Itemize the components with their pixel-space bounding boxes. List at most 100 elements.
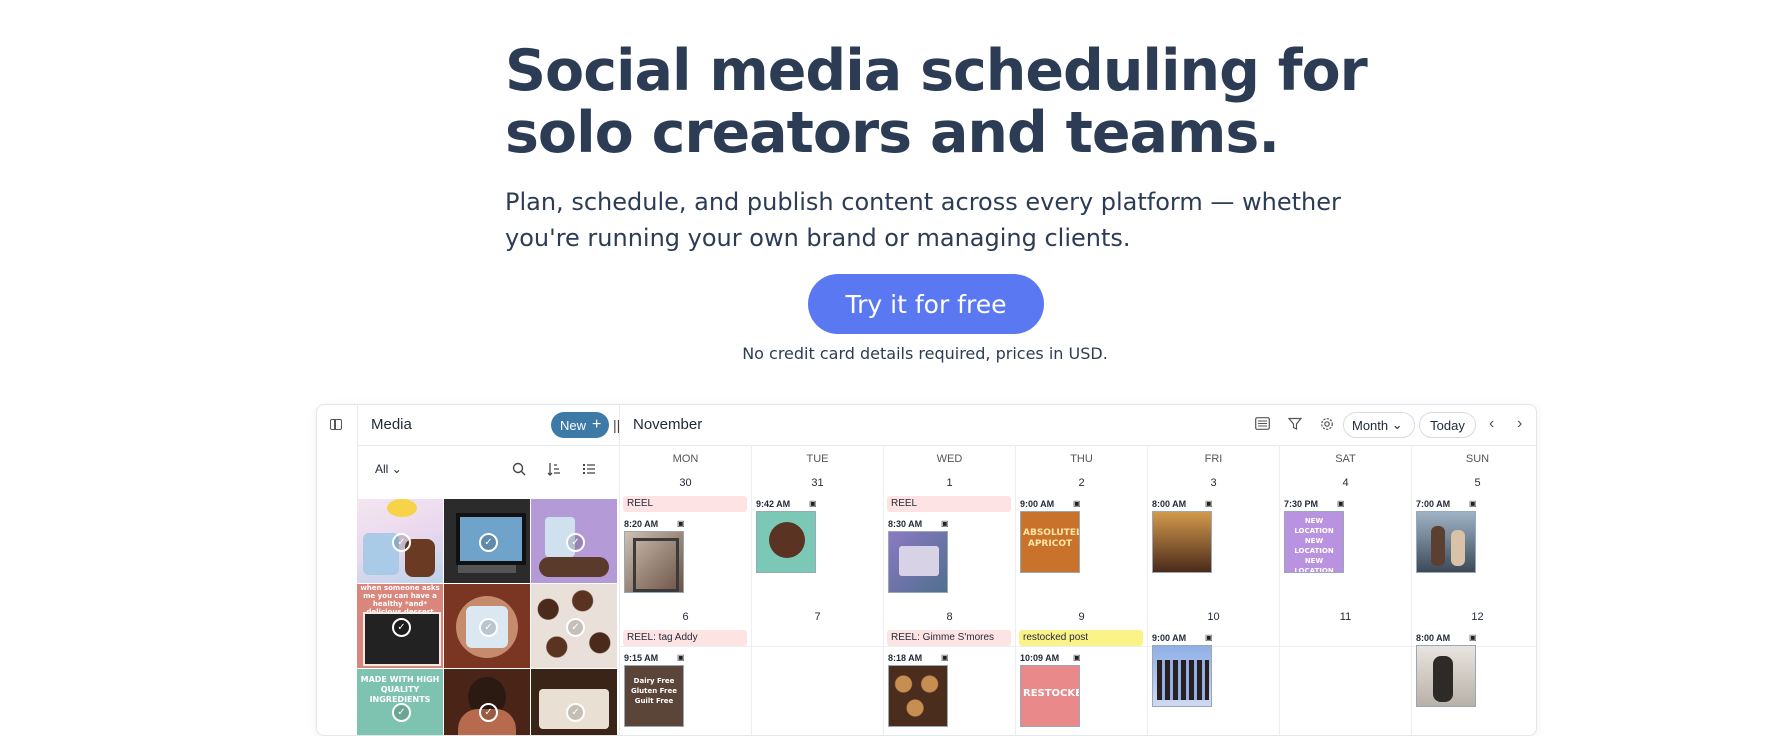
post-time: 8:18 AM [888,653,923,663]
media-thumb[interactable]: ✓ [444,584,530,668]
post-thumbnail[interactable] [756,511,816,573]
check-icon[interactable]: ✓ [566,703,585,722]
post-label[interactable]: REEL: tag Addy [623,630,747,646]
check-icon[interactable]: ✓ [479,618,498,637]
chevron-right-icon[interactable]: › [1517,415,1522,433]
media-panel: Media New + All ⌄ ✓ ✓ ✓ when someone ask… [357,405,620,735]
date-number: 8 [946,611,953,623]
sort-icon[interactable] [547,462,561,479]
hero-subtitle: Plan, schedule, and publish content acro… [505,184,1375,256]
check-icon[interactable]: ✓ [392,618,411,637]
date-number: 2 [1078,477,1085,489]
filter-label: All [375,462,389,476]
filter-icon[interactable] [1287,417,1303,434]
image-icon: ▣ [1073,653,1081,662]
check-icon[interactable]: ✓ [392,533,411,552]
post-thumbnail[interactable]: ABSOLUTELY APRICOT [1020,511,1080,573]
dow-label: SAT [1335,453,1356,465]
chevron-left-icon[interactable]: ‹ [1489,415,1494,433]
gear-icon[interactable] [1320,417,1334,434]
media-thumb[interactable]: when someone asks me you can have a heal… [357,584,443,668]
check-icon[interactable]: ✓ [392,703,411,722]
post-thumbnail[interactable] [1152,645,1212,707]
chevron-down-icon: ⌄ [391,462,402,476]
post-time: 8:00 AM [1416,633,1451,643]
post-time: 8:20 AM [624,519,659,529]
post-label[interactable]: restocked post [1019,630,1143,646]
date-number: 5 [1474,477,1481,489]
day-column-mon: MON 30 REEL 8:20 AM ▣ 6 REEL: tag Addy 9:… [619,445,751,735]
media-thumb[interactable]: ✓ [531,669,617,735]
media-filter-bar: All ⌄ [357,446,619,492]
post-time: 7:30 PM [1284,499,1319,509]
calendar-header: || November Month ⌄ Today ‹ › [613,405,1536,446]
media-thumb[interactable]: ✓ [531,499,617,583]
list-icon[interactable] [582,462,596,479]
panel-resize-handle[interactable]: || [613,417,620,433]
date-number: 30 [679,477,692,489]
check-icon[interactable]: ✓ [479,703,498,722]
image-icon: ▣ [1205,499,1213,508]
post-thumbnail[interactable]: NEW LOCATION NEW LOCATION NEW LOCATION N… [1284,511,1344,573]
media-thumb[interactable]: ✓ [357,499,443,583]
chevron-down-icon: ⌄ [1391,417,1403,432]
date-number: 6 [682,611,689,623]
post-thumbnail[interactable] [624,531,684,593]
image-icon: ▣ [809,499,817,508]
post-thumbnail[interactable] [1416,511,1476,573]
post-time: 9:00 AM [1020,499,1055,509]
day-column-fri: FRI 3 8:00 AM ▣ 10 9:00 AM ▣ [1147,445,1279,735]
week-divider [620,646,751,647]
calendar-list-icon[interactable] [1255,417,1270,433]
search-icon[interactable] [512,462,526,479]
post-time: 9:00 AM [1152,633,1187,643]
date-number: 7 [814,611,821,623]
week-divider [1016,646,1147,647]
today-button[interactable]: Today [1419,412,1476,438]
media-thumb[interactable]: ✓ [444,499,530,583]
post-time: 9:15 AM [624,653,659,663]
calendar: || November Month ⌄ Today ‹ › MON 30 REE… [613,405,1536,735]
media-title: Media [371,416,412,433]
try-free-button[interactable]: Try it for free [808,274,1044,334]
check-icon[interactable]: ✓ [479,533,498,552]
image-icon: ▣ [941,653,949,662]
reel-icon: ▣ [677,653,685,662]
post-label[interactable]: REEL [623,496,747,512]
post-caption: RESTOCKED! [1023,688,1079,699]
reel-icon: ▣ [677,519,685,528]
image-icon: ▣ [1469,633,1477,642]
dow-label: WED [936,453,963,465]
post-thumbnail[interactable] [1152,511,1212,573]
date-number: 3 [1210,477,1217,489]
date-number: 31 [811,477,824,489]
post-thumbnail[interactable] [1416,645,1476,707]
date-number: 4 [1342,477,1349,489]
check-icon[interactable]: ✓ [566,618,585,637]
sidebar-toggle-icon[interactable] [330,419,342,430]
new-media-button[interactable]: New + [551,412,610,438]
post-thumbnail[interactable] [888,531,948,593]
new-label: New [560,417,587,433]
view-select[interactable]: Month ⌄ [1343,412,1415,438]
date-number: 9 [1078,611,1085,623]
media-header: Media New + [357,405,619,446]
media-thumb[interactable]: MADE WITH HIGH QUALITY INGREDIENTS ✓ [357,669,443,735]
post-caption: NEW LOCATION NEW LOCATION NEW LOCATION N… [1294,517,1334,573]
day-column-tue: TUE 31 9:42 AM ▣ 7 [751,445,883,735]
date-number: 10 [1207,611,1220,623]
image-icon: ▣ [941,519,949,528]
post-label[interactable]: REEL: Gimme S'mores [887,630,1011,646]
post-time: 10:09 AM [1020,653,1060,663]
dow-label: THU [1070,453,1093,465]
filter-select[interactable]: All ⌄ [375,462,402,476]
day-column-wed: WED 1 REEL 8:30 AM ▣ 8 REEL: Gimme S'more… [883,445,1015,735]
hero-title-line-1: Social media scheduling for [505,38,1368,104]
today-label: Today [1430,417,1465,433]
media-thumb[interactable]: ✓ [444,669,530,735]
media-thumb[interactable]: ✓ [531,584,617,668]
check-icon[interactable]: ✓ [566,533,585,552]
day-column-thu: THU 2 9:00 AM ▣ ABSOLUTELY APRICOT 9 rest… [1015,445,1147,735]
view-label: Month [1352,417,1389,433]
post-label[interactable]: REEL [887,496,1011,512]
